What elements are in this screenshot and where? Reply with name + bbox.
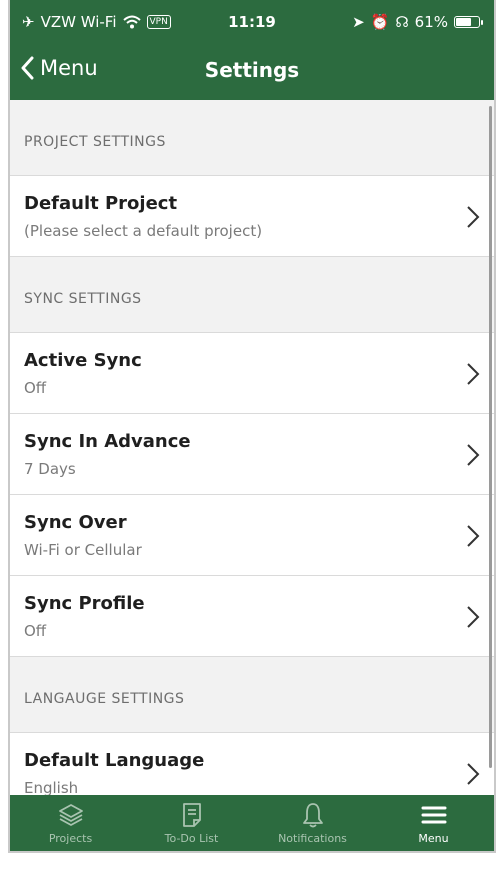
location-icon: ➤: [352, 13, 365, 31]
bell-icon: [302, 803, 323, 828]
row-active-sync[interactable]: Active Sync Off: [10, 333, 494, 414]
tab-notifications[interactable]: Notifications: [252, 795, 373, 851]
row-title: Default Project: [24, 193, 178, 214]
row-value: Off: [24, 379, 47, 397]
tab-projects[interactable]: Projects: [10, 795, 131, 851]
chevron-right-icon: [467, 606, 480, 628]
row-default-project[interactable]: Default Project (Please select a default…: [10, 176, 494, 257]
row-title: Default Language: [24, 750, 205, 771]
scrollbar[interactable]: [489, 106, 492, 768]
battery-icon: [454, 16, 483, 28]
headphones-icon: ☊: [395, 13, 409, 31]
row-sync-in-advance[interactable]: Sync In Advance 7 Days: [10, 414, 494, 495]
row-value: Wi-Fi or Cellular: [24, 541, 142, 559]
status-bar: ✈ VZW Wi-Fi VPN 11:19 ➤ ⏰ ☊ 61%: [10, 0, 494, 44]
tab-todo-list[interactable]: To-Do List: [131, 795, 252, 851]
tab-label: Notifications: [278, 832, 347, 845]
chevron-right-icon: [467, 444, 480, 466]
hamburger-icon: [421, 806, 446, 824]
settings-list: PROJECT SETTINGS Default Project (Please…: [10, 100, 494, 795]
row-sync-over[interactable]: Sync Over Wi-Fi or Cellular: [10, 495, 494, 576]
row-title: Active Sync: [24, 350, 142, 371]
row-value: (Please select a default project): [24, 222, 263, 240]
row-title: Sync Over: [24, 512, 127, 533]
chevron-right-icon: [467, 206, 480, 228]
status-right: ➤ ⏰ ☊ 61%: [352, 13, 483, 31]
section-header-sync: SYNC SETTINGS: [10, 257, 494, 333]
chevron-right-icon: [467, 763, 480, 785]
chevron-right-icon: [467, 363, 480, 385]
page-title: Settings: [204, 58, 300, 82]
row-default-language[interactable]: Default Language English: [10, 733, 494, 795]
tab-label: Projects: [48, 832, 93, 845]
section-header-language: LANGAUGE SETTINGS: [10, 657, 494, 733]
section-header-project: PROJECT SETTINGS: [10, 100, 494, 176]
tab-label: To-Do List: [164, 832, 219, 845]
row-value: Off: [24, 622, 47, 640]
tab-label: Menu: [418, 832, 449, 845]
tab-menu[interactable]: Menu: [373, 795, 494, 851]
navigation-bar: Menu Settings: [10, 44, 494, 100]
battery-fill: [456, 18, 471, 26]
row-value: 7 Days: [24, 460, 76, 478]
phone-screen: ✈ VZW Wi-Fi VPN 11:19 ➤ ⏰ ☊ 61% Menu Set…: [8, 0, 496, 853]
alarm-icon: ⏰: [370, 13, 390, 31]
row-title: Sync In Advance: [24, 431, 191, 452]
row-title: Sync Profile: [24, 593, 145, 614]
tab-bar: Projects To-Do List Notifications Menu: [10, 795, 494, 851]
row-value: English: [24, 779, 79, 795]
screenshot-frame: ✈ VZW Wi-Fi VPN 11:19 ➤ ⏰ ☊ 61% Menu Set…: [0, 0, 504, 869]
chevron-right-icon: [467, 525, 480, 547]
row-sync-profile[interactable]: Sync Profile Off: [10, 576, 494, 657]
battery-percent: 61%: [414, 13, 448, 31]
layers-icon: [58, 804, 83, 826]
checklist-icon: [182, 803, 201, 827]
